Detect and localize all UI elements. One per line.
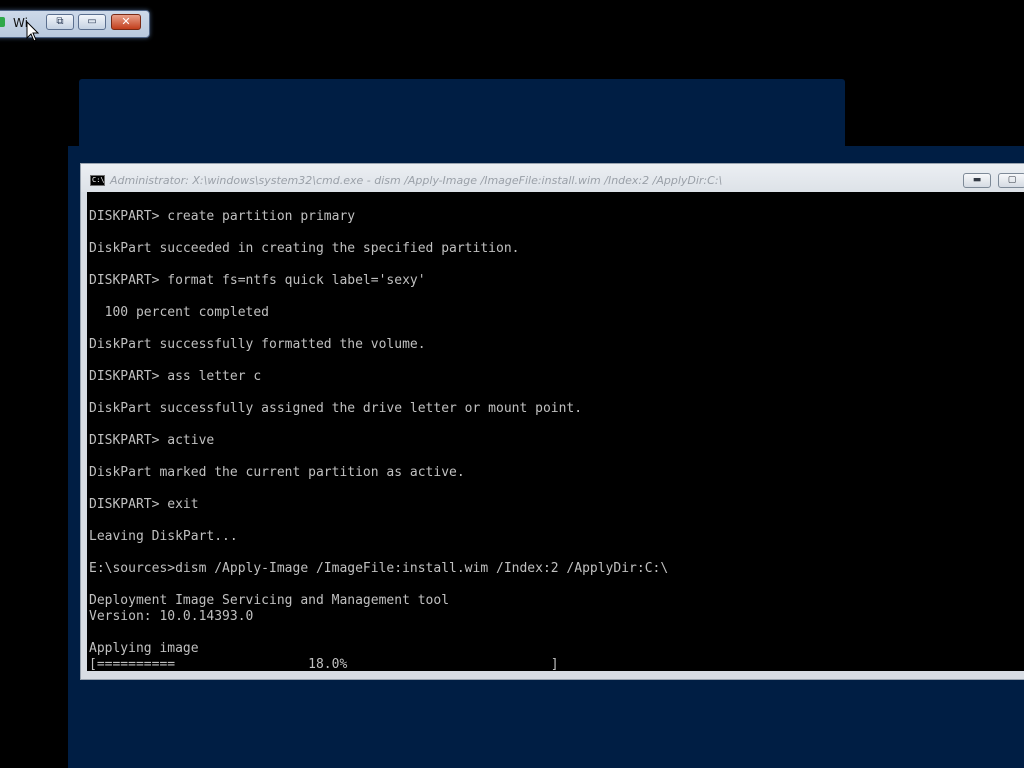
console-output[interactable]: DISKPART> create partition primary DiskPa… (87, 192, 1024, 671)
close-icon: ✕ (121, 15, 131, 28)
console-line: DiskPart succeeded in creating the speci… (89, 241, 520, 256)
console-line: DiskPart successfully assigned the drive… (89, 401, 583, 416)
cmd-icon: C:\ (90, 175, 105, 186)
maximize-icon: ▢ (1007, 175, 1017, 185)
maximize-button[interactable]: ▭ (78, 14, 106, 30)
restore-icon: ⧉ (56, 16, 64, 27)
restore-button[interactable]: ⧉ (46, 14, 74, 30)
console-line: DISKPART> active (89, 433, 215, 448)
console-line: Leaving DiskPart... (89, 529, 238, 544)
maximize-button[interactable]: ▢ (998, 173, 1024, 188)
console-line: DISKPART> ass letter c (89, 369, 262, 384)
console-line: Applying image (89, 641, 199, 656)
minimized-window[interactable]: Wi ⧉ ▭ ✕ (0, 10, 150, 38)
console-line: DISKPART> create partition primary (89, 209, 356, 224)
app-icon (0, 17, 5, 27)
cmd-titlebar[interactable]: C:\ Administrator: X:\windows\system32\c… (81, 164, 1024, 192)
maximize-icon: ▭ (87, 16, 97, 27)
console-lines: DISKPART> create partition primary DiskPa… (89, 209, 668, 671)
console-line: DISKPART> exit (89, 497, 199, 512)
console-line: Version: 10.0.14393.0 (89, 609, 254, 624)
console-line: [========== 18.0% ] (89, 657, 559, 671)
console-line: Deployment Image Servicing and Managemen… (89, 593, 450, 608)
cmd-window[interactable]: C:\ Administrator: X:\windows\system32\c… (80, 163, 1024, 680)
mouse-cursor-icon (26, 21, 40, 42)
console-line: DiskPart successfully formatted the volu… (89, 337, 426, 352)
minimize-button[interactable]: ▬ (963, 173, 991, 188)
cmd-window-title: Administrator: X:\windows\system32\cmd.e… (110, 174, 723, 187)
console-line: E:\sources>dism /Apply-Image /ImageFile:… (89, 561, 669, 576)
minimize-icon: ▬ (972, 175, 982, 185)
console-line: DISKPART> format fs=ntfs quick label='se… (89, 273, 426, 288)
console-line: DiskPart marked the current partition as… (89, 465, 465, 480)
close-button[interactable]: ✕ (111, 14, 141, 30)
console-line: 100 percent completed (89, 305, 270, 320)
